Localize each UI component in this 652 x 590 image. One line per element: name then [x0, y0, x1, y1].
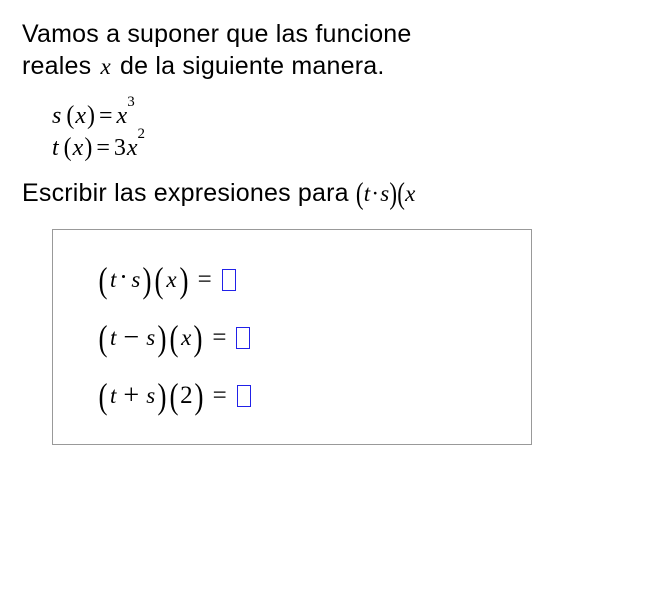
equals-sign: =: [190, 266, 222, 294]
def-s-arg: x: [75, 100, 86, 132]
prompt-text: Escribir las expresiones para: [22, 179, 356, 207]
paren-close: ): [143, 262, 152, 298]
paren-close: ): [179, 262, 188, 298]
trail-x: x: [405, 181, 415, 206]
def-s-fn: s: [52, 100, 61, 132]
intro-line-2: reales x de la siguiente manera.: [22, 50, 652, 82]
intro-var-x: x: [98, 54, 112, 79]
row0-arg: x: [165, 267, 177, 293]
row0-left: t: [109, 267, 117, 293]
answer-box: ( t s ) ( x ) = ( t − s ) ( x ) = ( t +: [52, 229, 532, 445]
def-t-arg: x: [73, 132, 84, 164]
row-t-dot-s: ( t s ) ( x ) =: [97, 262, 531, 298]
row1-right: s: [145, 325, 156, 351]
page-root: Vamos a suponer que las funcione reales …: [0, 0, 652, 445]
plus-operator: +: [117, 380, 145, 412]
def-t-coef: 3: [114, 132, 126, 164]
equals-sign: =: [96, 100, 116, 132]
paren-open: (: [66, 98, 74, 134]
def-t-base: x: [127, 132, 138, 164]
intro-line-1: Vamos a suponer que las funcione: [22, 18, 652, 50]
paren-close: ): [158, 320, 167, 356]
paren-open: (: [99, 262, 108, 298]
prompt-line: Escribir las expresiones para (t·s)(x: [22, 177, 652, 209]
def-s-base: x: [117, 100, 128, 132]
row-t-plus-s-2: ( t + s ) ( 2 ) =: [97, 378, 531, 414]
paren-close: ): [194, 320, 203, 356]
prompt-trail: (t·s)(x: [356, 181, 416, 206]
paren-open: (: [99, 378, 108, 414]
paren-close: ): [87, 98, 95, 134]
def-t-fn: t: [52, 132, 59, 164]
intro-line-2b: de la siguiente manera.: [113, 52, 385, 80]
equals-sign: =: [205, 382, 237, 410]
row-t-minus-s: ( t − s ) ( x ) =: [97, 320, 531, 356]
paren-open: (: [64, 131, 72, 167]
def-t-exp: 2: [138, 124, 146, 144]
row2-arg: 2: [180, 382, 193, 410]
row1-left: t: [109, 325, 117, 351]
paren-close: ): [158, 378, 167, 414]
paren-open: (: [99, 320, 108, 356]
minus-operator: −: [117, 322, 145, 354]
row2-right: s: [145, 383, 156, 409]
def-t: t ( x ) = 3 x 2: [52, 132, 652, 164]
equals-sign: =: [93, 132, 113, 164]
paren-open: (: [170, 378, 179, 414]
row2-left: t: [109, 383, 117, 409]
paren-open: (: [170, 320, 179, 356]
intro-line-2a: reales: [22, 52, 98, 80]
dot-operator-icon: [122, 275, 125, 278]
answer-input-tminus[interactable]: [236, 327, 250, 349]
paren-open: (: [155, 262, 164, 298]
trail-s: s: [380, 181, 389, 206]
function-definitions: s ( x ) = x 3 t ( x ) = 3 x 2: [52, 100, 652, 165]
paren-close: ): [194, 378, 203, 414]
paren-close: ): [84, 131, 92, 167]
equals-sign: =: [204, 324, 236, 352]
answer-input-ts[interactable]: [222, 269, 236, 291]
answer-input-tplus2[interactable]: [237, 385, 251, 407]
def-s-exp: 3: [127, 92, 135, 112]
row0-right: s: [130, 267, 141, 293]
row1-arg: x: [180, 325, 192, 351]
